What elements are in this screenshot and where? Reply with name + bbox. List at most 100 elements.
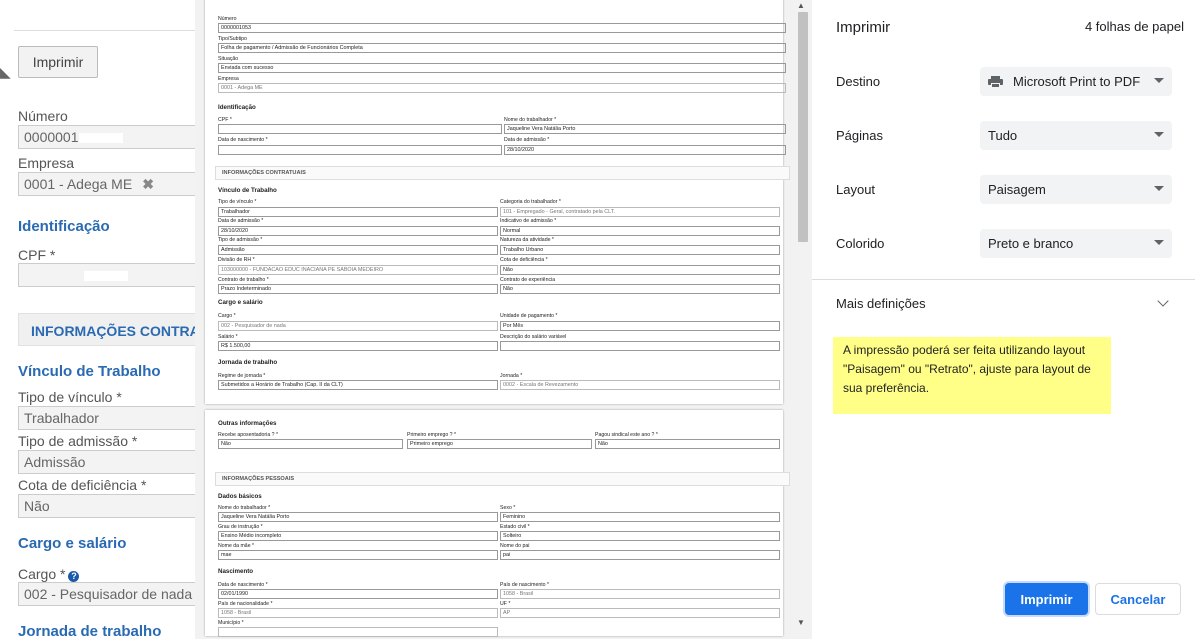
p-label: Data de nascimento * (218, 582, 268, 588)
p-label: Nome do trabalhador * (504, 117, 557, 123)
p-label: Data de admissão * (504, 137, 550, 143)
numero-label: Número (18, 108, 68, 124)
jornada-heading: Jornada de trabalho (18, 623, 162, 639)
print-preview[interactable]: Número 0000001053 Tipo/Subtipo Folha de … (195, 0, 812, 639)
p-field: 0000001053 (218, 23, 786, 33)
p-field: Não (500, 284, 780, 294)
divider (14, 30, 195, 31)
p-field (218, 124, 502, 134)
bg-print-button[interactable]: Imprimir (18, 46, 98, 78)
cpf-field[interactable] (18, 263, 195, 287)
layout-tip-note: A impressão poderá ser feita utilizando … (833, 337, 1111, 414)
p-field: 02/01/1990 (218, 589, 498, 599)
cargo-field[interactable]: 002 - Pesquisador de nada (18, 582, 195, 606)
sheet-count: 4 folhas de papel (1084, 19, 1184, 34)
chevron-down-icon (1154, 78, 1164, 83)
preview-page-1: Número 0000001053 Tipo/Subtipo Folha de … (205, 0, 790, 404)
resize-corner-icon: ◣ (0, 64, 11, 80)
chevron-down-icon (1154, 240, 1164, 245)
tipo-admissao-label: Tipo de admissão * (18, 433, 138, 449)
p-label: País de nascimento * (500, 582, 550, 588)
cota-field[interactable]: Não (18, 494, 195, 518)
p-label: Cota de deficiência * (500, 257, 548, 263)
clear-icon[interactable]: ✖ (142, 176, 154, 192)
layout-select[interactable]: Paisagem (980, 175, 1172, 204)
p-field: Ensino Médio incompleto (218, 531, 498, 541)
paginas-select[interactable]: Tudo (980, 121, 1172, 150)
p-label: Data de nascimento * (218, 137, 268, 143)
p-label: Situação (218, 56, 239, 62)
p-label: Natureza da atividade * (500, 237, 554, 243)
tipo-admissao-field[interactable]: Admissão (18, 450, 195, 474)
more-settings-toggle[interactable]: Mais definições (836, 296, 926, 311)
scroll-up-icon[interactable]: ▲ (797, 1, 805, 10)
scrollbar-thumb[interactable] (798, 12, 808, 242)
tipo-vinculo-label: Tipo de vínculo * (18, 389, 122, 405)
p-label: Primeiro emprego ? * (407, 432, 457, 438)
p-field: 28/10/2020 (218, 226, 498, 236)
cota-label: Cota de deficiência * (18, 477, 147, 493)
preview-scrollbar[interactable]: ▲ ▼ (795, 0, 809, 632)
p-heading: Nascimento (218, 568, 254, 575)
p-field: Jaqueline Vera Natália Porto (504, 124, 786, 134)
p-field: Admissão (218, 245, 498, 255)
tipo-vinculo-field[interactable]: Trabalhador (18, 406, 195, 430)
p-label: Descrição do salário variável (500, 334, 567, 340)
p-field: Não (500, 265, 780, 275)
p-field: 101 - Empregado - Geral, contratado pela… (500, 207, 780, 217)
p-field: 1058 - Brasil (500, 589, 780, 599)
destino-value: Microsoft Print to PDF (1013, 74, 1141, 89)
p-field: Enviada com sucesso (218, 63, 786, 73)
p-field: mae (218, 550, 498, 560)
p-heading: Outras informações (218, 420, 277, 427)
p-field: Primeiro emprego (407, 439, 592, 449)
p-field: Submetidos a Horário de Trabalho (Cap. I… (218, 380, 498, 390)
p-label: CPF * (218, 117, 232, 123)
colorido-select[interactable]: Preto e branco (980, 229, 1172, 258)
p-field: 28/10/2020 (504, 145, 786, 155)
help-icon[interactable]: ? (68, 571, 80, 582)
p-heading: Cargo e salário (218, 299, 263, 306)
p-label: Data de admissão * (218, 218, 264, 224)
p-label: País de nacionalidade * (218, 601, 273, 607)
p-field: Feminino (500, 512, 780, 522)
cancel-button[interactable]: Cancelar (1095, 583, 1181, 615)
p-label: Contrato de experiência (500, 277, 556, 283)
p-label: Município * (218, 620, 244, 626)
empresa-field[interactable]: 0001 - Adega ME ✖ (18, 172, 195, 196)
p-label: Nome do pai (500, 543, 530, 549)
p-field: R$ 1.500,00 (218, 341, 498, 351)
dialog-title: Imprimir (836, 19, 891, 36)
p-label: Tipo/Subtipo (218, 36, 247, 42)
p-heading: Dados básicos (218, 493, 262, 500)
paginas-label: Páginas (836, 128, 883, 143)
print-settings-panel: Imprimir 4 folhas de papel Destino Micro… (812, 0, 1195, 639)
p-field (500, 341, 780, 351)
destino-label: Destino (836, 74, 881, 89)
redaction (78, 133, 123, 144)
p-field: Solteiro (500, 531, 780, 541)
informacoes-contratuais-band: INFORMAÇÕES CONTRA (18, 313, 195, 346)
p-band: INFORMAÇÕES PESSOAIS (215, 472, 790, 486)
p-field: 002 - Pesquisador de nada (218, 321, 498, 331)
p-label: Número (218, 16, 237, 22)
scroll-down-icon[interactable]: ▼ (797, 618, 805, 627)
p-field: Trabalhador (218, 207, 498, 217)
print-button[interactable]: Imprimir (1005, 583, 1088, 615)
p-label: Tipo de vínculo * (218, 199, 257, 205)
p-field: Folha de pagamento / Admissão de Funcion… (218, 43, 786, 53)
redaction (84, 271, 128, 282)
p-field: 1058 - Brasil (218, 608, 498, 618)
p-label: Grau de instrução * (218, 524, 263, 530)
destino-select[interactable]: Microsoft Print to PDF (980, 67, 1172, 96)
expand-chevron-icon[interactable] (1157, 295, 1169, 307)
paginas-value: Tudo (988, 128, 1018, 143)
p-label: Contrato de trabalho * (218, 277, 269, 283)
cargo-label: Cargo *? (18, 566, 80, 582)
chevron-down-icon (1154, 132, 1164, 137)
p-label: Pagou sindical este ano ? * (595, 432, 658, 438)
p-field: 0002 - Escala de Revezamento (500, 380, 780, 390)
layout-label: Layout (836, 182, 876, 197)
colorido-value: Preto e branco (988, 236, 1074, 251)
p-label: Cargo * (218, 313, 236, 319)
